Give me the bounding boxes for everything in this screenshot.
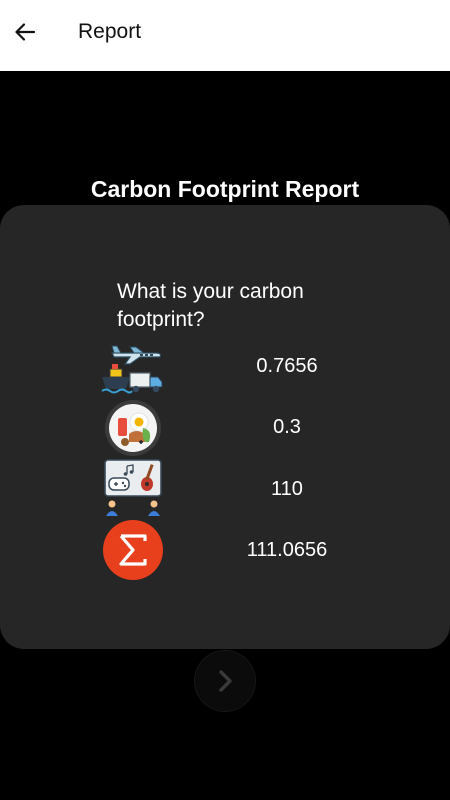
entertainment-icon — [104, 459, 162, 516]
food-value: 0.3 — [273, 416, 301, 438]
transport-icon — [101, 345, 163, 394]
app-bar: Report — [0, 0, 450, 71]
page-title: Carbon Footprint Report — [90, 176, 360, 202]
appbar-title: Report — [78, 20, 142, 43]
back-button[interactable] — [10, 17, 40, 47]
arrow-left-icon — [15, 23, 36, 41]
sigma-total-icon — [103, 520, 163, 580]
chevron-right-icon — [219, 670, 232, 692]
question-text: What is your carbon footprint? — [117, 280, 304, 331]
food-icon — [105, 400, 161, 456]
transport-value: 0.7656 — [256, 355, 318, 377]
total-value: 111.0656 — [246, 539, 328, 561]
next-button[interactable] — [194, 650, 256, 712]
entertainment-value: 110 — [271, 478, 303, 500]
